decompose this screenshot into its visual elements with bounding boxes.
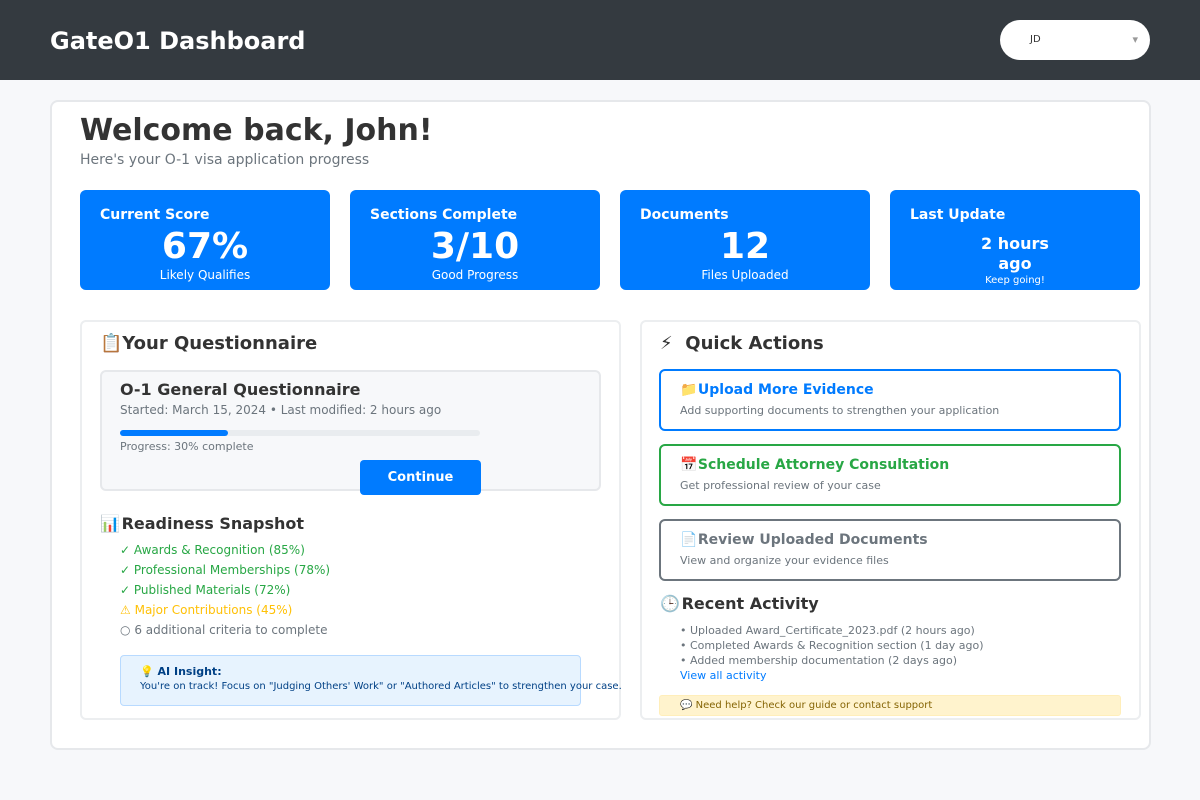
stat-card-current-score: Current Score 67% Likely Qualifies	[80, 190, 330, 290]
stat-value: 2 hours ago	[890, 234, 1140, 274]
chart-icon: 📊	[100, 514, 120, 533]
check-icon: ✓	[120, 583, 131, 597]
stat-label: Sections Complete	[370, 207, 518, 223]
page-title: Welcome back, John!	[80, 113, 433, 148]
progress-text: Progress: 30% complete	[120, 440, 254, 453]
activity-item: • Completed Awards & Recognition section…	[680, 639, 984, 652]
page-subtitle: Here's your O-1 visa application progres…	[80, 152, 370, 168]
questionnaire-heading: 📋 Your Questionnaire	[100, 333, 317, 355]
help-label: Need help? Check our guide or contact su…	[695, 700, 933, 711]
review-documents-desc: View and organize your evidence files	[680, 554, 889, 567]
questionnaire-meta: Started: March 15, 2024 • Last modified:…	[120, 403, 442, 417]
activity-item: • Added membership documentation (2 days…	[680, 654, 958, 667]
quick-actions-heading-text: Quick Actions	[685, 333, 824, 354]
stat-card-sections-complete: Sections Complete 3/10 Good Progress	[350, 190, 600, 290]
chat-icon: 💬	[680, 700, 693, 711]
criteria-text: Awards & Recognition (85%)	[133, 543, 305, 557]
readiness-heading: 📊 Readiness Snapshot	[100, 514, 304, 534]
questionnaire-heading-text: Your Questionnaire	[122, 333, 318, 354]
ai-insight-title: 💡 AI Insight:	[140, 665, 222, 678]
ai-insight-title-text: AI Insight:	[157, 665, 222, 678]
recent-activity-heading-text: Recent Activity	[681, 594, 819, 613]
stat-label: Last Update	[910, 207, 1006, 223]
view-all-activity-link[interactable]: View all activity	[680, 669, 767, 683]
review-documents-title[interactable]: 📄 Review Uploaded Documents	[680, 531, 928, 549]
stat-value-line1: 2 hours	[981, 234, 1049, 253]
review-documents-label: Review Uploaded Documents	[697, 532, 928, 548]
ai-insight-text: You're on track! Focus on "Judging Other…	[140, 681, 622, 692]
folder-icon: 📁	[680, 382, 698, 398]
circle-icon: ○	[120, 623, 131, 637]
user-menu-dropdown[interactable]: JD ▾	[1000, 20, 1150, 60]
criteria-text: Major Contributions (45%)	[134, 603, 293, 617]
recent-activity-heading: 🕒 Recent Activity	[660, 594, 819, 614]
stat-value: 12	[719, 226, 771, 267]
quick-actions-heading: ⚡ Quick Actions	[660, 333, 824, 355]
stat-caption: Files Uploaded	[701, 268, 789, 282]
clock-icon: 🕒	[660, 594, 680, 613]
review-documents-action[interactable]	[659, 519, 1121, 581]
upload-evidence-action[interactable]	[659, 369, 1121, 431]
stat-label: Documents	[640, 207, 729, 223]
help-text[interactable]: 💬 Need help? Check our guide or contact …	[680, 700, 932, 712]
schedule-consultation-title[interactable]: 📅 Schedule Attorney Consultation	[680, 456, 949, 474]
criteria-text: Published Materials (72%)	[133, 583, 291, 597]
check-icon: ✓	[120, 563, 131, 577]
stat-caption: Likely Qualifies	[159, 268, 251, 282]
criteria-item: ⚠ Major Contributions (45%)	[120, 603, 292, 618]
stat-value: 67%	[161, 226, 249, 267]
warning-icon: ⚠	[120, 603, 131, 617]
upload-evidence-title[interactable]: 📁 Upload More Evidence	[680, 381, 874, 399]
stat-label: Current Score	[100, 207, 210, 223]
progress-bar-fill	[120, 430, 228, 436]
progress-bar	[120, 430, 480, 436]
stat-value: 3/10	[430, 226, 520, 267]
stat-value-line2: ago	[998, 254, 1032, 273]
stat-caption: Good Progress	[431, 268, 519, 282]
document-icon: 📄	[680, 532, 698, 548]
readiness-heading-text: Readiness Snapshot	[121, 514, 305, 533]
lightbulb-icon: 💡	[140, 665, 154, 678]
user-initials: JD	[1030, 34, 1041, 45]
top-bar: GateO1 Dashboard JD ▾	[0, 0, 1200, 80]
stat-card-last-update: Last Update 2 hours ago Keep going!	[890, 190, 1140, 290]
calendar-icon: 📅	[680, 457, 698, 473]
criteria-text: Professional Memberships (78%)	[133, 563, 331, 577]
app-title: GateO1 Dashboard	[50, 27, 306, 55]
chevron-down-icon: ▾	[1132, 33, 1138, 46]
questionnaire-title: O-1 General Questionnaire	[120, 380, 361, 399]
criteria-item: ○ 6 additional criteria to complete	[120, 623, 327, 638]
schedule-consultation-label: Schedule Attorney Consultation	[697, 457, 950, 473]
criteria-text: 6 additional criteria to complete	[134, 623, 328, 637]
criteria-item: ✓ Published Materials (72%)	[120, 583, 290, 598]
activity-item: • Uploaded Award_Certificate_2023.pdf (2…	[680, 624, 975, 637]
clipboard-icon: 📋	[100, 333, 123, 354]
upload-evidence-desc: Add supporting documents to strengthen y…	[680, 404, 1000, 417]
criteria-item: ✓ Professional Memberships (78%)	[120, 563, 330, 578]
lightning-icon: ⚡	[660, 333, 673, 354]
criteria-item: ✓ Awards & Recognition (85%)	[120, 543, 305, 558]
stat-card-documents: Documents 12 Files Uploaded	[620, 190, 870, 290]
upload-evidence-label: Upload More Evidence	[697, 382, 874, 398]
schedule-consultation-action[interactable]	[659, 444, 1121, 506]
stat-caption: Keep going!	[985, 275, 1045, 286]
continue-button[interactable]: Continue	[360, 460, 481, 495]
check-icon: ✓	[120, 543, 131, 557]
schedule-consultation-desc: Get professional review of your case	[680, 479, 881, 492]
